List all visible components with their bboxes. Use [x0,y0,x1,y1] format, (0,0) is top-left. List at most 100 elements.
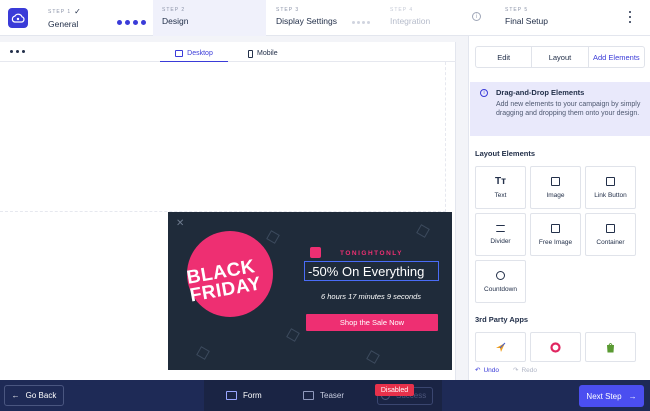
hexagon-decoration [286,328,300,342]
tab-teaser[interactable]: Teaser [303,380,344,411]
next-step-button[interactable]: Next Step → [579,385,644,407]
step-name: Final Setup [505,16,548,26]
container-icon [606,223,615,233]
divider-icon [496,224,505,232]
check-icon: ✓ [74,7,82,16]
close-icon[interactable]: ✕ [176,218,184,229]
redo-label: Redo [521,366,537,374]
progress-dots [352,21,370,24]
step-name: Display Settings [276,16,337,26]
canvas-toolbar: Desktop Mobile [0,42,456,62]
step-name: Integration [390,16,431,26]
mobile-icon [248,49,253,58]
next-step-label: Next Step [586,391,622,401]
step-design[interactable]: STEP 2 Design [153,0,266,36]
tab-desktop-label: Desktop [187,49,213,57]
headline-text[interactable]: -50% On Everything [304,261,439,281]
free-image-icon [551,223,560,233]
step-kicker: STEP 1 [48,8,72,15]
element-free-image[interactable]: Free Image [530,213,581,256]
app-tile[interactable] [530,332,581,362]
element-image[interactable]: Image [530,166,581,209]
drag-drop-info: i Drag-and-Drop Elements Add new element… [470,82,650,136]
history-controls: ↶ Undo ↷ Redo [475,366,537,375]
tab-mobile[interactable]: Mobile [248,45,278,62]
step-kicker: STEP 3 [276,7,300,13]
step-name: General [48,19,79,29]
element-divider[interactable]: Divider [475,213,526,256]
element-label: Free Image [538,238,573,246]
element-container[interactable]: Container [585,213,636,256]
tab-mobile-label: Mobile [257,50,278,57]
element-label: Container [596,238,625,246]
ring-app-icon [550,341,561,353]
step-integration[interactable]: STEP 4 Integration [382,0,462,36]
info-description: Add new elements to your campaign by sim… [496,101,641,117]
go-back-label: Go Back [25,391,57,400]
hexagon-decoration [366,350,380,364]
tab-layout[interactable]: Layout [532,47,589,67]
top-stepper: STEP 1 ✓ General STEP 2 Design STEP 3 Dis… [0,0,650,36]
element-label: Divider [490,237,511,245]
text-icon: Tт [494,175,506,187]
app-tile[interactable] [585,332,636,362]
undo-button[interactable]: ↶ Undo [475,366,499,375]
tab-form-label: Form [243,391,262,400]
bottom-bar: ← Go Back Form Teaser Success [0,380,650,411]
elements-panel: Edit Layout Add Elements i Drag-and-Drop… [468,36,650,380]
element-countdown[interactable]: Countdown [475,260,526,303]
step-final-setup[interactable]: STEP 5 Final Setup [497,0,587,36]
step-general[interactable]: STEP 1 ✓ General [40,0,110,36]
step-kicker: STEP 5 [505,7,529,13]
element-label: Link Button [594,191,627,199]
element-text[interactable]: Tт Text [475,166,526,209]
element-label: Image [546,191,565,199]
brand-text[interactable]: TONIGHTONLY [340,250,403,257]
app-tile[interactable] [475,332,526,362]
undo-icon: ↶ [475,367,481,374]
countdown-icon [496,270,505,280]
third-party-apps-heading: 3rd Party Apps [475,315,529,324]
campaign-popup[interactable]: ✕ BLACK FRIDAY TONIGHTONLY -50% On Every… [168,212,452,370]
tab-add-elements[interactable]: Add Elements [589,47,644,67]
step-name: Design [162,16,189,26]
form-icon [226,391,237,400]
canvas-menu-icon[interactable] [10,50,25,53]
info-icon: i [480,89,488,97]
info-icon[interactable]: i [472,12,481,21]
device-frame-outline [0,62,446,212]
element-label: Countdown [484,285,517,293]
paper-plane-app-icon [496,342,506,352]
link-button-icon [606,176,615,186]
layout-elements-heading: Layout Elements [475,149,536,158]
redo-icon: ↷ [513,367,519,374]
redo-button[interactable]: ↷ Redo [513,366,537,375]
shopify-app-icon [607,342,614,352]
element-label: Text [494,191,507,199]
desktop-icon [175,49,184,57]
more-menu-icon[interactable] [626,10,634,24]
panel-tabs: Edit Layout Add Elements [475,46,645,68]
info-title: Drag-and-Drop Elements [496,88,585,97]
cloud-logo-icon [11,13,25,23]
gift-icon[interactable] [310,247,321,258]
app-logo[interactable] [8,8,28,28]
hexagon-decoration [196,346,210,360]
tab-form[interactable]: Form [226,380,262,411]
go-back-button[interactable]: ← Go Back [4,385,64,406]
arrow-right-icon: → [628,391,637,401]
tab-edit[interactable]: Edit [476,47,533,67]
step-kicker: STEP 4 [390,7,414,13]
step-display-settings[interactable]: STEP 3 Display Settings [268,0,358,36]
shop-sale-button[interactable]: Shop the Sale Now [306,314,438,331]
arrow-left-icon: ← [11,391,20,400]
tab-desktop[interactable]: Desktop [160,45,228,62]
progress-dots [117,20,146,25]
hexagon-decoration [266,230,280,244]
countdown-timer[interactable]: 6 hours 17 minutes 9 seconds [321,292,421,301]
element-link-button[interactable]: Link Button [585,166,636,209]
teaser-icon [303,391,314,400]
tab-teaser-label: Teaser [320,391,345,400]
undo-label: Undo [483,366,499,374]
hexagon-decoration [416,224,430,238]
